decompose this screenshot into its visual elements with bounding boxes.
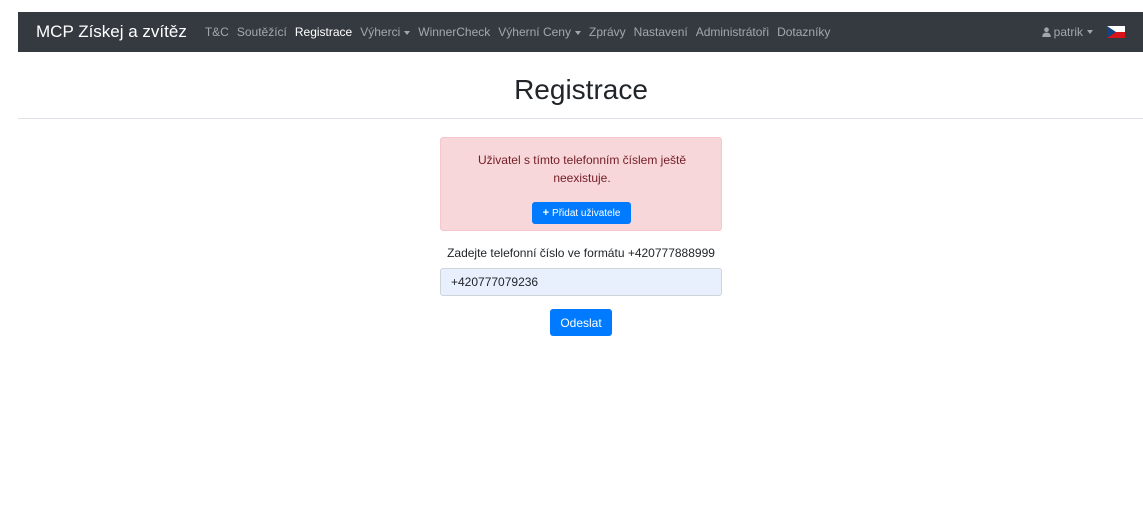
phone-input[interactable] — [440, 268, 722, 296]
czech-flag-icon[interactable] — [1107, 26, 1125, 38]
plus-icon: + — [542, 207, 550, 219]
alert-message: Uživatel s tímto telefonním číslem ještě… — [477, 153, 687, 185]
nav-item-label: Výherci — [360, 25, 401, 39]
caret-down-icon — [574, 30, 581, 35]
submit-button[interactable]: Odeslat — [550, 309, 612, 336]
phone-field-label: Zadejte telefonní číslo ve formátu +4207… — [447, 246, 715, 260]
nav-item-nastaveni[interactable]: Nastavení — [630, 25, 692, 39]
user-menu-dropdown[interactable]: patrik — [1041, 25, 1093, 39]
nav-item-label: WinnerCheck — [418, 25, 491, 39]
caret-down-icon — [1087, 30, 1093, 34]
user-name: patrik — [1053, 25, 1083, 39]
nav-item-tc[interactable]: T&C — [201, 25, 233, 39]
nav-item-label: Soutěžící — [236, 25, 287, 39]
nav-item-winnercheck[interactable]: WinnerCheck — [414, 25, 494, 39]
nav-item-label: Dotazníky — [777, 25, 831, 39]
nav-item-dotazniky[interactable]: Dotazníky — [773, 25, 834, 39]
nav-item-label: T&C — [204, 25, 229, 39]
user-not-found-alert: Uživatel s tímto telefonním číslem ještě… — [440, 137, 722, 231]
nav-item-vyherci-dropdown[interactable]: Výherci — [356, 25, 414, 39]
brand-title[interactable]: MCP Získej a zvítěz — [36, 22, 187, 42]
page-title: Registrace — [514, 74, 648, 105]
nav-item-soutezici[interactable]: Soutěžící — [233, 25, 291, 39]
top-navbar: MCP Získej a zvítěz T&C Soutěžící Regist… — [18, 12, 1143, 52]
add-user-button-label: Přidat uživatele — [552, 207, 621, 219]
nav-item-vyherni-ceny-dropdown[interactable]: Výherní Ceny — [494, 25, 585, 39]
nav-item-administratori[interactable]: Administrátoři — [692, 25, 773, 39]
nav-item-label: Zprávy — [588, 25, 626, 39]
nav-item-label: Nastavení — [633, 25, 688, 39]
nav-item-zpravy[interactable]: Zprávy — [585, 25, 630, 39]
nav-item-label: Registrace — [294, 25, 353, 39]
nav-item-label: Výherní Ceny — [498, 25, 571, 39]
nav-right: patrik — [1041, 25, 1143, 39]
add-user-button[interactable]: + Přidat uživatele — [532, 202, 631, 224]
user-icon — [1041, 27, 1051, 37]
nav-item-label: Administrátoři — [695, 25, 770, 39]
caret-down-icon — [404, 30, 411, 35]
nav-item-registrace[interactable]: Registrace — [291, 25, 356, 39]
nav-menu: T&C Soutěžící Registrace Výherci WinnerC… — [201, 25, 835, 39]
title-divider — [18, 118, 1143, 119]
